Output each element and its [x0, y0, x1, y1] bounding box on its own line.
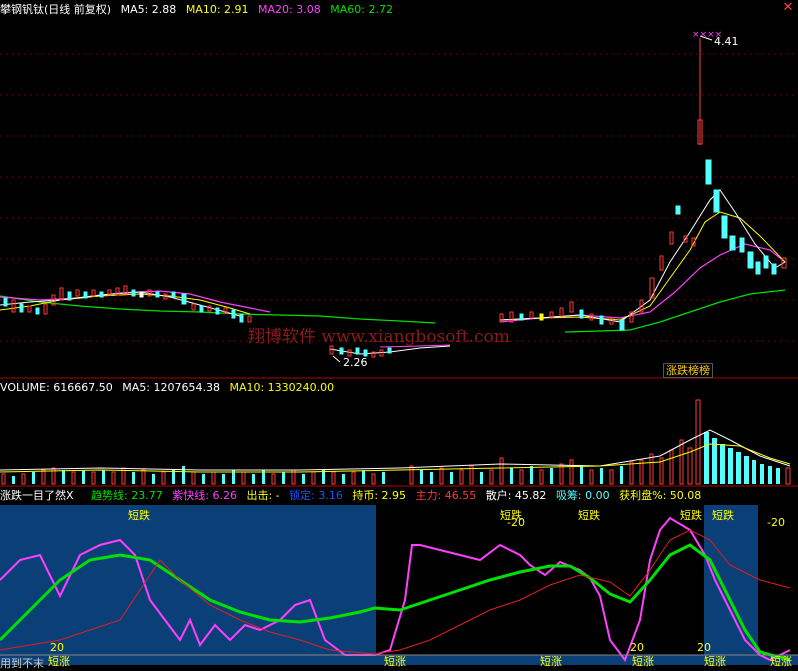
- candles-right: [499, 38, 787, 331]
- volume-ma10: MA10: 1330240.00: [229, 381, 335, 394]
- low-price-label: 2.26: [343, 356, 368, 369]
- footer-label: 用到不末: [0, 657, 44, 670]
- blue-zone-1: [0, 505, 376, 655]
- blue-zone-2: [704, 505, 758, 655]
- attack-value: 出击: -: [246, 489, 280, 502]
- signal-short-up-6: 短涨: [770, 655, 792, 668]
- signal-short-down-5: 短跌: [712, 509, 734, 522]
- rank-tag-button[interactable]: 涨跌榜榜: [663, 363, 713, 378]
- signal-short-up-5: 短涨: [704, 655, 726, 668]
- indicator-name[interactable]: 涨跌一目了然X: [0, 489, 74, 502]
- high-price-label: 4.41: [714, 35, 739, 48]
- minus20-label-2: -20: [507, 516, 525, 529]
- level-20-label: 20: [50, 641, 64, 654]
- ma60-line-right: [564, 289, 786, 333]
- volume-bars: [1, 399, 791, 485]
- trend-value: 趋势线: 23.77: [91, 489, 163, 502]
- hold-value: 持币: 2.95: [352, 489, 407, 502]
- signal-short-up-4: 短涨: [632, 655, 654, 668]
- blue-zone-bottom: [376, 655, 798, 665]
- minus20-label: -20: [767, 516, 785, 529]
- price-grid: [0, 53, 798, 342]
- level-20-label-3: 20: [697, 641, 711, 654]
- volume-ma5: [0, 429, 791, 471]
- signal-short-up-3: 短涨: [540, 655, 562, 668]
- low-marker: [332, 355, 341, 363]
- absorb-value: 吸筹: 0.00: [555, 489, 610, 502]
- purple-value: 紫快线: 6.26: [172, 489, 237, 502]
- main-value: 主力: 46.55: [415, 489, 477, 502]
- volume-value: VOLUME: 616667.50: [0, 381, 113, 394]
- profit-value: 获利盘%: 50.08: [619, 489, 702, 502]
- signal-short-down-3: 短跌: [578, 509, 600, 522]
- signal-short-down-1: 短跌: [128, 509, 150, 522]
- signal-short-down-4: 短跌: [680, 509, 702, 522]
- indicator-header: 涨跌一目了然X 趋势线: 23.77 紫快线: 6.26 出击: - 锁定: 3…: [0, 488, 707, 504]
- level-20-label-2: 20: [630, 641, 644, 654]
- signal-short-up-2: 短涨: [384, 655, 406, 668]
- watermark: 翔博软件 www.xiangbosoft.com: [248, 327, 510, 347]
- signal-short-up-1: 短涨: [48, 655, 70, 668]
- lock-value: 锁定: 3.16: [289, 489, 343, 502]
- volume-ma5: MA5: 1207654.38: [122, 381, 220, 394]
- volume-header: VOLUME: 616667.50 MA5: 1207654.38 MA10: …: [0, 380, 340, 396]
- retail-value: 散户: 45.82: [485, 489, 547, 502]
